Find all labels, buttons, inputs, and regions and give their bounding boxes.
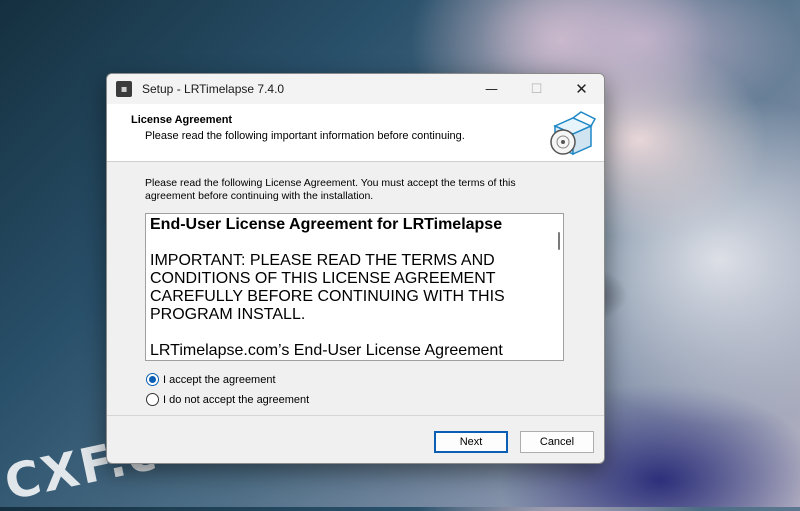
accept-radio-option[interactable]: I accept the agreement — [146, 373, 276, 386]
license-heading: End-User License Agreement for LRTimelap… — [150, 216, 503, 233]
license-scrollbar[interactable] — [558, 232, 560, 250]
decline-radio-option[interactable]: I do not accept the agreement — [146, 393, 309, 406]
license-important-line: PROGRAM INSTALL. — [150, 306, 306, 323]
license-text-area[interactable]: End-User License Agreement for LRTimelap… — [145, 213, 564, 361]
cancel-button[interactable]: Cancel — [520, 431, 594, 453]
setup-dialog: ▪ Setup - LRTimelapse 7.4.0 — ☐ ✕ Licens… — [106, 73, 605, 464]
intro-line-2: agreement before continuing with the ins… — [145, 190, 374, 202]
license-text: End-User License Agreement for LRTimelap… — [150, 216, 545, 360]
license-intro: Please read the following License Agreem… — [145, 177, 565, 203]
minimize-button[interactable]: — — [469, 74, 514, 104]
setup-app-icon: ▪ — [116, 81, 132, 97]
page-subtitle: Please read the following important info… — [145, 130, 465, 142]
decline-radio-label: I do not accept the agreement — [163, 393, 310, 406]
footer-divider — [107, 415, 604, 416]
license-important: IMPORTANT: PLEASE READ THE TERMS AND CON… — [150, 252, 545, 324]
license-important-line: CAREFULLY BEFORE CONTINUING WITH THIS — [150, 288, 505, 305]
license-last-line: LRTimelapse.com’s End-User License Agree… — [150, 342, 503, 359]
close-button[interactable]: ✕ — [559, 74, 604, 104]
license-important-line: CONDITIONS OF THIS LICENSE AGREEMENT — [150, 270, 496, 287]
window-title: Setup - LRTimelapse 7.4.0 — [142, 82, 285, 96]
intro-line-1: Please read the following License Agreem… — [145, 177, 516, 189]
decline-radio[interactable] — [146, 393, 159, 406]
accept-radio-label: I accept the agreement — [163, 373, 276, 386]
maximize-button[interactable]: ☐ — [514, 74, 559, 104]
accept-radio[interactable] — [146, 373, 159, 386]
wizard-header: License Agreement Please read the follow… — [107, 104, 604, 162]
next-button[interactable]: Next — [434, 431, 508, 453]
page-title: License Agreement — [131, 114, 233, 126]
box-disc-icon — [550, 111, 597, 156]
license-important-line: IMPORTANT: PLEASE READ THE TERMS AND — [150, 252, 495, 269]
title-bar[interactable]: ▪ Setup - LRTimelapse 7.4.0 — ☐ ✕ — [107, 74, 604, 104]
